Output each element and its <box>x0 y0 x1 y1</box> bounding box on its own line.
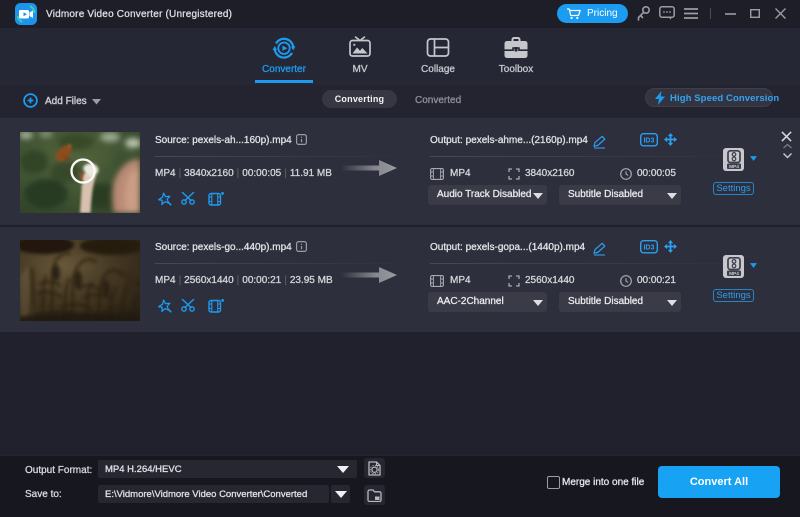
svg-text:MP4: MP4 <box>729 271 739 276</box>
svg-text:MP4: MP4 <box>729 164 739 169</box>
svg-text:ID3: ID3 <box>643 138 654 145</box>
svg-text:ID3: ID3 <box>643 245 654 252</box>
